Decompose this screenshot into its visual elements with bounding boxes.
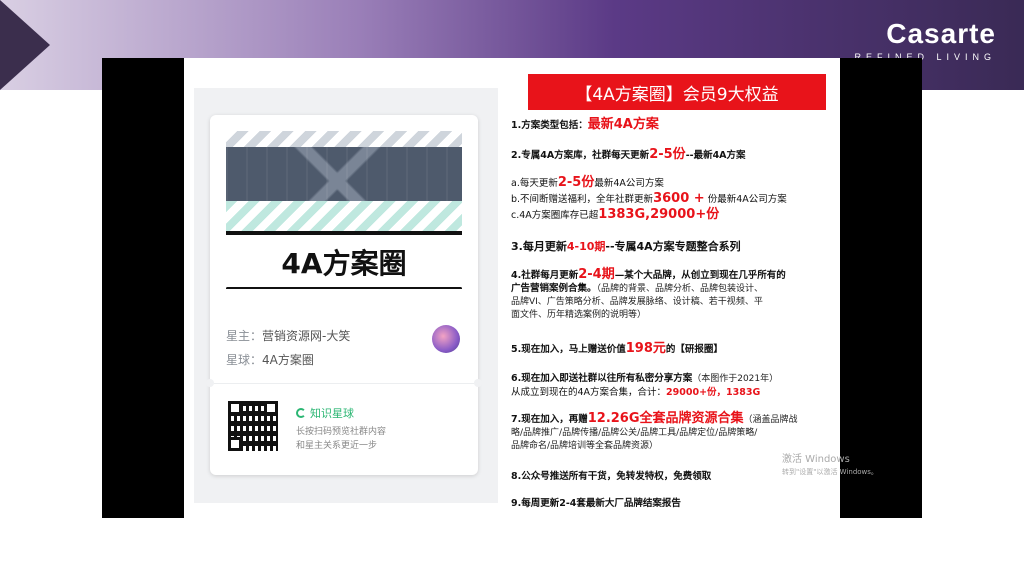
benefit-7-highlight: 12.26G全套品牌资源合集: [587, 411, 744, 426]
qr-hint: 长按扫码预览社群内容 和星主关系更近一步: [296, 425, 436, 453]
benefit-6-note: （本图作于2021年）: [692, 374, 779, 384]
app-name: 知识星球: [310, 407, 354, 420]
benefit-7: 7.现在加入，再赠12.26G全套品牌资源合集（涵盖品牌战 略/品牌推广/品牌传…: [511, 412, 841, 453]
benefit-4: 4.社群每月更新2-4期—某个大品牌，从创立到现在几乎所有的 广告营销案例合集。…: [511, 268, 841, 322]
benefit-2a-label: a.每天更新: [511, 178, 558, 189]
app-label: 知识星球: [296, 405, 354, 421]
arrow-decoration: [0, 0, 50, 90]
divider-notch-right: [474, 379, 482, 387]
windows-activation-watermark: 激活 Windows 转到"设置"以激活 Windows。: [782, 454, 878, 478]
benefit-6-highlight: 29000+份，1383G: [666, 387, 761, 398]
benefit-2c: c.4A方案圈库存已超1383G,29000+份: [511, 208, 719, 222]
benefit-2-label: 2.专属4A方案库，社群每天更新: [511, 150, 650, 161]
benefit-2: 2.专属4A方案库，社群每天更新2-5份--最新4A方案: [511, 148, 746, 162]
brand-name: Casarte: [886, 18, 996, 49]
planet-value: 4A方案圈: [262, 353, 314, 367]
benefit-2b-suffix: 份最新4A公司方案: [704, 194, 787, 205]
owner-avatar[interactable]: [432, 325, 460, 353]
watermark-line-2: 转到"设置"以激活 Windows。: [782, 468, 878, 476]
benefit-4-label: 4.社群每月更新: [511, 270, 579, 281]
owner-value: 营销资源网-大笑: [262, 329, 351, 343]
benefit-5-label: 5.现在加入，马上赠送价值: [511, 344, 626, 355]
planet-icon: [296, 408, 306, 418]
planet-label: 星球：: [226, 353, 263, 367]
benefit-2c-highlight: 1383G,29000+份: [598, 207, 720, 222]
benefit-3-highlight: 4-10期: [566, 240, 606, 253]
benefit-4-suffix: —某个大品牌，从创立到现在几乎所有的: [614, 270, 786, 281]
cover-bottom-bar: [226, 287, 462, 289]
planet-row: 星球：4A方案圈: [226, 351, 314, 368]
benefit-6: 6.现在加入即送社群以往所有私密分享方案（本图作于2021年） 从成立到现在的4…: [511, 372, 778, 399]
benefit-7-line-3: 品牌命名/品牌培训等全套品牌资源）: [511, 441, 659, 451]
benefit-8: 8.公众号推送所有干货，免转发特权，免费领取: [511, 471, 712, 482]
planet-card[interactable]: 4A方案圈 星主：营销资源网-大笑 星球：4A方案圈 知识星球 长按扫码预览社群…: [206, 115, 482, 475]
benefit-7-line-2: 略/品牌推广/品牌传播/品牌公关/品牌工具/品牌定位/品牌策略/: [511, 428, 758, 438]
qr-hint-line-2: 和星主关系更近一步: [296, 441, 378, 451]
benefit-2a-suffix: 最新4A公司方案: [594, 178, 664, 189]
card-divider: [210, 383, 478, 384]
benefit-3-suffix: --专属4A方案专题整合系列: [605, 240, 741, 253]
benefit-5-highlight: 198元: [625, 341, 666, 356]
benefit-5-suffix: 的【研报圈】: [665, 344, 723, 355]
qr-code[interactable]: [228, 401, 278, 451]
benefit-1-label: 1.方案类型包括：: [511, 120, 588, 131]
cover-stripes-top: [226, 131, 462, 147]
benefit-2b-highlight: 3600 +: [653, 191, 705, 206]
benefit-2a: a.每天更新2-5份最新4A公司方案: [511, 176, 664, 190]
benefit-2b-label: b.不间断赠送福利，全年社群更新: [511, 194, 654, 205]
benefit-3: 3.每月更新4-10期--专属4A方案专题整合系列: [511, 240, 741, 253]
benefit-3-label: 3.每月更新: [511, 240, 567, 253]
benefit-2-suffix: --最新4A方案: [685, 150, 746, 161]
benefit-7-label: 7.现在加入，再赠: [511, 414, 588, 425]
owner-label: 星主：: [226, 329, 263, 343]
watermark-line-1: 激活 Windows: [782, 454, 850, 465]
qr-hint-line-1: 长按扫码预览社群内容: [296, 427, 387, 437]
benefit-4-note: （品牌的背景、品牌分析、品牌包装设计、: [596, 284, 764, 294]
owner-row: 星主：营销资源网-大笑: [226, 327, 350, 344]
benefit-4-line-2: 广告营销案例合集。: [511, 283, 597, 294]
benefit-4-line-4: 面文件、历年精选案例的说明等）: [511, 310, 647, 320]
benefit-5: 5.现在加入，马上赠送价值198元的【研报圈】: [511, 342, 723, 356]
cover-stripes: [226, 201, 462, 231]
benefit-4-line-3: 品牌VI、广告策略分析、品牌发展脉络、设计稿、若干视频、平: [511, 297, 763, 307]
benefit-6-label: 6.现在加入即送社群以往所有私密分享方案: [511, 373, 693, 384]
benefit-2c-label: c.4A方案圈库存已超: [511, 210, 599, 221]
benefit-9: 9.每周更新2-4套最新大厂品牌结案报告: [511, 498, 681, 509]
benefit-2b: b.不间断赠送福利，全年社群更新3600 + 份最新4A公司方案: [511, 192, 787, 206]
benefit-1: 1.方案类型包括：最新4A方案: [511, 118, 659, 132]
brand-logo: Casarte REFINED LIVING: [854, 18, 996, 62]
benefit-6-line-2: 从成立到现在的4A方案合集，合计：: [511, 387, 667, 398]
benefits-banner: 【4A方案圈】会员9大权益: [528, 74, 826, 110]
cover-image: 4A方案圈: [226, 131, 462, 289]
cover-title: 4A方案圈: [281, 247, 407, 280]
divider-notch-left: [206, 379, 214, 387]
benefit-4-highlight: 2-4期: [578, 267, 615, 282]
benefit-2a-highlight: 2-5份: [557, 175, 595, 190]
benefit-7-note: （涵盖品牌战: [743, 415, 798, 425]
benefit-1-highlight: 最新4A方案: [587, 117, 659, 132]
benefit-2-highlight: 2-5份: [649, 147, 686, 162]
